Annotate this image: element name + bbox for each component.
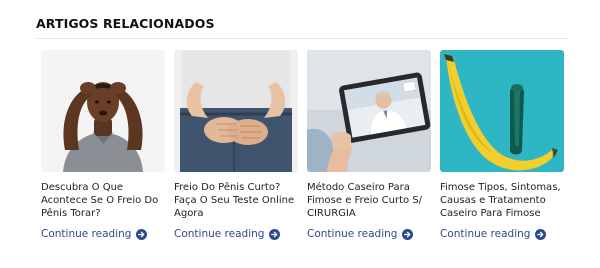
article-card: Método Caseiro Para Fimose e Freio Curto…	[307, 50, 431, 240]
article-card: Fimose Tipos, Sintomas, Causas e Tratame…	[440, 50, 564, 240]
article-thumbnail[interactable]	[440, 50, 564, 172]
article-title[interactable]: Freio Do Pênis Curto? Faça O Seu Teste O…	[174, 181, 298, 220]
man-holding-head-photo	[41, 50, 165, 172]
continue-reading-label: Continue reading	[307, 228, 398, 240]
article-card: Freio Do Pênis Curto? Faça O Seu Teste O…	[174, 50, 298, 240]
continue-reading-link[interactable]: Continue reading	[41, 228, 165, 240]
section-divider	[36, 38, 568, 39]
man-hands-crotch-photo	[174, 50, 298, 172]
continue-reading-label: Continue reading	[41, 228, 132, 240]
article-thumbnail[interactable]	[307, 50, 431, 172]
article-thumbnail[interactable]	[41, 50, 165, 172]
continue-reading-label: Continue reading	[174, 228, 265, 240]
continue-reading-link[interactable]: Continue reading	[307, 228, 431, 240]
continue-reading-link[interactable]: Continue reading	[174, 228, 298, 240]
article-title[interactable]: Fimose Tipos, Sintomas, Causas e Tratame…	[440, 181, 564, 220]
arrow-circle-right-icon	[402, 228, 414, 240]
article-card: Descubra O Que Acontece Se O Freio Do Pê…	[41, 50, 165, 240]
section-title: ARTIGOS RELACIONADOS	[36, 16, 215, 31]
doctor-video-call-tablet-photo	[307, 50, 431, 172]
article-thumbnail[interactable]	[174, 50, 298, 172]
article-title[interactable]: Descubra O Que Acontece Se O Freio Do Pê…	[41, 181, 165, 220]
article-title[interactable]: Método Caseiro Para Fimose e Freio Curto…	[307, 181, 431, 220]
continue-reading-label: Continue reading	[440, 228, 531, 240]
banana-and-cucumber-photo	[440, 50, 564, 172]
arrow-circle-right-icon	[535, 228, 547, 240]
arrow-circle-right-icon	[269, 228, 281, 240]
arrow-circle-right-icon	[136, 228, 148, 240]
continue-reading-link[interactable]: Continue reading	[440, 228, 564, 240]
